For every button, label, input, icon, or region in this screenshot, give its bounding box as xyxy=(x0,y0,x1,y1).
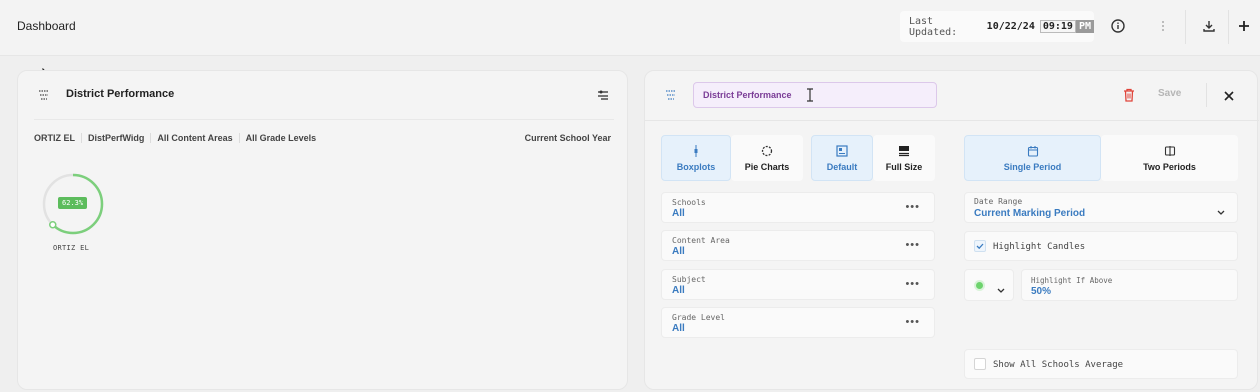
last-updated-time: 09:19 xyxy=(1039,20,1076,33)
show-all-schools-row[interactable]: Show All Schools Average xyxy=(964,349,1238,379)
color-swatch xyxy=(976,282,983,289)
separator xyxy=(1206,83,1207,107)
more-horizontal-icon[interactable]: ••• xyxy=(905,316,920,328)
divider xyxy=(645,120,1259,121)
checkbox-show-all-schools[interactable] xyxy=(974,358,986,370)
last-updated-label: Last Updated: xyxy=(909,15,958,38)
schools-value: All xyxy=(672,208,685,219)
more-horizontal-icon[interactable]: ••• xyxy=(905,278,920,290)
subject-value: All xyxy=(672,285,685,296)
highlight-threshold-label: Highlight If Above xyxy=(1031,276,1113,285)
trash-icon[interactable] xyxy=(1123,88,1135,102)
widget-options-icon[interactable] xyxy=(596,88,610,102)
chip-content-areas: All Content Areas xyxy=(157,133,240,143)
widget-title-input[interactable]: District Performance xyxy=(693,82,937,108)
top-bar: Dashboard Last Updated: 10/22/24 09:19 P… xyxy=(0,0,1260,56)
header-separator xyxy=(1185,10,1186,44)
district-performance-widget: District Performance ORTIZ EL DistPerfWi… xyxy=(17,70,628,390)
grade-level-value: All xyxy=(672,323,685,334)
single-period-label: Single Period xyxy=(1003,162,1062,172)
pie-charts-label: Pie Charts xyxy=(744,162,790,172)
content-area-label: Content Area xyxy=(672,236,730,245)
chevron-down-icon xyxy=(1217,203,1225,221)
gauge-value-badge: 62.3% xyxy=(58,197,88,209)
full-size-icon xyxy=(897,144,911,158)
widget-title: District Performance xyxy=(66,88,175,100)
subject-label: Subject xyxy=(672,275,706,284)
filter-chips: ORTIZ EL DistPerfWidg All Content Areas … xyxy=(34,133,328,143)
schools-label: Schools xyxy=(672,198,706,207)
last-updated-ampm: PM xyxy=(1075,20,1094,33)
grade-level-field[interactable]: Grade Level All ••• xyxy=(661,307,935,338)
page-title: Dashboard xyxy=(17,19,76,33)
calendar-icon xyxy=(1026,144,1040,158)
text-cursor-icon xyxy=(807,88,813,102)
close-icon[interactable] xyxy=(1223,89,1235,101)
widget-editor-panel: District Performance Save Boxplots Pie C… xyxy=(644,70,1259,390)
default-size-icon xyxy=(835,144,849,158)
highlight-candles-label: Highlight Candles xyxy=(993,242,1086,252)
content-area-value: All xyxy=(672,246,685,257)
boxplots-option[interactable]: Boxplots xyxy=(661,135,731,181)
checkbox-highlight-candles[interactable] xyxy=(974,240,986,252)
schools-field[interactable]: Schools All ••• xyxy=(661,192,935,223)
default-size-label: Default xyxy=(826,162,858,172)
header-separator xyxy=(1228,10,1229,44)
single-period-option[interactable]: Single Period xyxy=(964,135,1101,181)
highlight-threshold-value: 50% xyxy=(1031,286,1052,297)
boxplot-icon xyxy=(689,144,703,158)
last-updated-date: 10/22/24 xyxy=(986,21,1035,32)
chevron-down-icon xyxy=(997,281,1005,299)
check-icon xyxy=(976,243,984,250)
chip-widget-id: DistPerfWidg xyxy=(88,133,152,143)
content-area-field[interactable]: Content Area All ••• xyxy=(661,230,935,261)
filter-icon[interactable] xyxy=(37,88,51,102)
highlight-color-select[interactable] xyxy=(964,269,1014,301)
pie-charts-option[interactable]: Pie Charts xyxy=(731,135,803,181)
highlight-candles-row[interactable]: Highlight Candles xyxy=(964,231,1238,261)
two-periods-label: Two Periods xyxy=(1143,162,1196,172)
date-range-select[interactable]: Date Range Current Marking Period xyxy=(964,192,1238,223)
boxplots-label: Boxplots xyxy=(676,162,716,172)
two-periods-option[interactable]: Two Periods xyxy=(1101,135,1238,181)
more-horizontal-icon[interactable]: ••• xyxy=(905,239,920,251)
period-label: Current School Year xyxy=(524,133,611,143)
subject-field[interactable]: Subject All ••• xyxy=(661,269,935,300)
full-size-option[interactable]: Full Size xyxy=(873,135,935,181)
highlight-threshold-field[interactable]: Highlight If Above 50% xyxy=(1021,269,1238,301)
download-icon[interactable] xyxy=(1201,18,1217,34)
default-size-option[interactable]: Default xyxy=(811,135,873,181)
pie-chart-icon xyxy=(760,144,774,158)
full-size-label: Full Size xyxy=(885,162,923,172)
chip-grade-levels: All Grade Levels xyxy=(245,133,317,143)
compare-icon xyxy=(1163,144,1177,158)
plus-icon[interactable] xyxy=(1236,18,1252,34)
grade-level-label: Grade Level xyxy=(672,313,725,322)
last-updated-indicator: Last Updated: 10/22/24 09:19 PM xyxy=(900,11,1094,42)
show-all-schools-label: Show All Schools Average xyxy=(993,360,1124,370)
filter-icon[interactable] xyxy=(664,88,678,102)
more-vertical-icon[interactable] xyxy=(1155,18,1171,34)
save-button[interactable]: Save xyxy=(1158,88,1181,99)
info-icon[interactable] xyxy=(1110,18,1126,34)
chip-school: ORTIZ EL xyxy=(34,133,82,143)
gauge-school-label: ORTIZ EL xyxy=(53,244,90,252)
gauge-knob xyxy=(49,221,57,229)
date-range-label: Date Range xyxy=(974,197,1023,206)
divider xyxy=(34,119,614,120)
date-range-value: Current Marking Period xyxy=(974,208,1086,219)
more-horizontal-icon[interactable]: ••• xyxy=(905,201,920,213)
